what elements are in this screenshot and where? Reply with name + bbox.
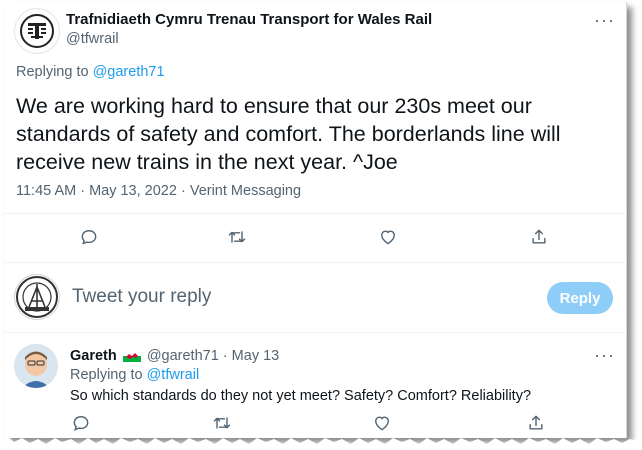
reply-more-options-icon[interactable]: ···: [594, 345, 615, 366]
author-handle[interactable]: @tfwrail: [66, 31, 119, 47]
wales-flag-icon: [122, 350, 141, 366]
reply-button[interactable]: Reply: [547, 282, 613, 314]
reply-input[interactable]: Tweet your reply: [72, 286, 211, 308]
reply-reply-icon[interactable]: [70, 412, 92, 434]
reply-author-handle[interactable]: @gareth71: [147, 348, 219, 364]
divider: [4, 262, 626, 263]
user-avatar-icon: [16, 276, 58, 318]
tfw-avatar[interactable]: [14, 8, 60, 54]
reply-replying-link[interactable]: @tfwrail: [147, 367, 200, 383]
divider: [4, 332, 626, 333]
reply-share-icon[interactable]: [525, 412, 547, 434]
reply-replying-prefix: Replying to: [70, 367, 147, 383]
reply-date[interactable]: May 13: [232, 348, 280, 364]
user-avatar[interactable]: [14, 274, 60, 320]
author-name[interactable]: Trafnidiaeth Cymru Trenau Transport for …: [66, 11, 432, 28]
reply-header: Gareth @gareth71 · May 13: [70, 348, 279, 366]
reply-like-icon[interactable]: [371, 412, 393, 434]
more-options-icon[interactable]: ···: [594, 10, 615, 31]
reply-text: So which standards do they not yet meet?…: [70, 388, 532, 404]
share-icon[interactable]: [528, 226, 550, 248]
retweet-icon[interactable]: [226, 226, 248, 248]
person-avatar-icon: [14, 344, 58, 388]
torn-edge: [0, 437, 642, 450]
tweet-text: We are working hard to ensure that our 2…: [16, 94, 561, 174]
reply-retweet-icon[interactable]: [211, 412, 233, 434]
gareth-avatar[interactable]: [14, 344, 58, 388]
replying-prefix: Replying to: [16, 64, 93, 80]
reply-separator: ·: [218, 348, 232, 364]
replying-to-link[interactable]: @gareth71: [93, 64, 165, 80]
reply-author-name[interactable]: Gareth: [70, 348, 117, 364]
tweet-timestamp[interactable]: 11:45 AM · May 13, 2022 · Verint Messagi…: [16, 183, 301, 199]
divider: [4, 213, 626, 214]
tfw-logo-icon: [20, 14, 54, 48]
replying-to: Replying to @gareth71: [16, 64, 165, 80]
like-icon[interactable]: [377, 226, 399, 248]
reply-icon[interactable]: [78, 226, 100, 248]
tweet-card: Trafnidiaeth Cymru Trenau Transport for …: [4, 2, 627, 438]
reply-replying-to: Replying to @tfwrail: [70, 367, 199, 383]
